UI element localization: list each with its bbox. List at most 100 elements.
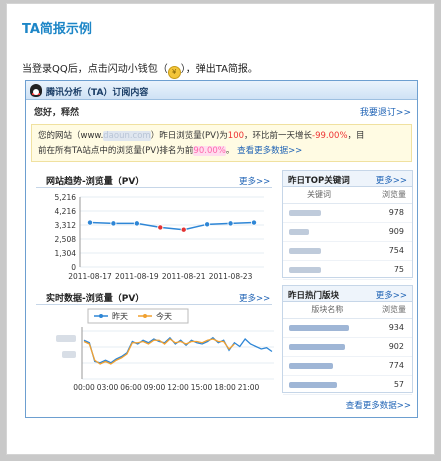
keywords-table: 关键词 浏览量 dacus 978 dr 909 dacus 754 dacus 75 xyxy=(283,187,412,280)
keywords-title: 昨日TOP关键词 xyxy=(288,176,350,186)
realtime-legend: 昨天 今天 xyxy=(87,308,189,324)
realtime-y-tick-hidden xyxy=(56,335,76,342)
blocks-header: 昨日热门版块 更多>> xyxy=(283,286,412,302)
blocks-pv-cell: 902 xyxy=(371,337,412,357)
keywords-name-hidden: dacus xyxy=(289,210,321,216)
footer-more-link[interactable]: 查看更多数据>> xyxy=(346,399,411,411)
blocks-row: Bexuasdfasdf 934 xyxy=(283,318,412,338)
notice-text-4: ，目 xyxy=(347,131,365,141)
realtime-divider xyxy=(36,304,272,305)
blocks-pv-cell: 774 xyxy=(371,356,412,376)
legend-yesterday-marker xyxy=(99,314,103,318)
trend-x-tick: 2011-08-23 xyxy=(209,272,253,281)
blocks-name-cell: Bexuasdfasdf xyxy=(283,318,372,338)
notice-text-1: 您的网站（www. xyxy=(38,131,104,141)
keywords-name-hidden: dacus xyxy=(289,267,321,273)
greeting-text: 您好，释然 xyxy=(34,108,80,118)
blocks-name-cell: Bexuasdfa xyxy=(283,375,372,395)
blocks-table: 版块名称 浏览量 Bexuasdfasdf934Bexuas fasd902Be… xyxy=(283,302,412,395)
keywords-row: dacus 978 xyxy=(283,203,412,223)
realtime-more-link[interactable]: 更多>> xyxy=(239,292,270,304)
doc-title: TA简报示例 xyxy=(22,22,92,37)
ta-report-popup: 腾讯分析（TA）订阅内容 您好，释然 我要退订>> 您的网站（www.daoun… xyxy=(25,80,418,418)
trend-y-tick: 1,304 xyxy=(55,249,77,258)
qq-penguin-icon xyxy=(30,84,42,97)
keywords-col-pv: 浏览量 xyxy=(355,187,412,204)
keywords-pv-cell: 978 xyxy=(355,203,412,223)
trend-x-tick: 2011-08-21 xyxy=(162,272,206,281)
rank-value-hidden: 90.00% xyxy=(193,146,226,156)
realtime-chart: 昨天 今天 00:00 03:00 06:00 09:00 12:00 15:00 18:00 2… xyxy=(56,308,274,392)
realtime-x-tick: 15:00 xyxy=(191,383,213,392)
keywords-pv-cell: 754 xyxy=(355,241,412,261)
keywords-row: dacus 75 xyxy=(283,260,412,280)
trend-point xyxy=(204,221,211,228)
keywords-name-hidden: dacus xyxy=(289,248,321,254)
yesterday-pv-value: 100 xyxy=(227,131,245,141)
legend-today-marker xyxy=(143,314,147,318)
blocks-name-cell: Bexuasdf xyxy=(283,356,372,376)
blocks-col-pv: 浏览量 xyxy=(371,302,412,319)
keywords-name-cell: dacus xyxy=(283,241,356,261)
trend-title: 网站趋势-浏览量（PV） xyxy=(46,177,145,187)
doc-instruction: 当登录QQ后，点击闪动小钱包（ ¥ ），弹出TA简报。 xyxy=(22,60,258,79)
realtime-x-tick: 03:00 xyxy=(97,383,119,392)
notice-text-6: 。 xyxy=(225,146,235,156)
trend-y-tick: 4,216 xyxy=(55,207,77,216)
keywords-pv-cell: 909 xyxy=(355,222,412,242)
realtime-x-tick: 09:00 xyxy=(144,383,166,392)
blocks-row: Bexuasdfa 57 xyxy=(283,375,412,395)
realtime-x-tick: 18:00 xyxy=(214,383,236,392)
blocks-name-hidden: Bexuas fasd xyxy=(289,344,345,350)
trend-divider xyxy=(36,187,272,188)
keywords-row: dacus 754 xyxy=(283,241,412,261)
realtime-x-tick: 12:00 xyxy=(167,383,189,392)
keywords-name-cell: dacus xyxy=(283,260,356,280)
blocks-panel: 昨日热门版块 更多>> 版块名称 浏览量 Bexuasdfasdf934Bexu… xyxy=(282,285,413,395)
wallet-icon: ¥ xyxy=(167,66,181,79)
blocks-pv-cell: 934 xyxy=(371,318,412,338)
unsubscribe-link[interactable]: 我要退订>> xyxy=(360,105,411,118)
summary-notice: 您的网站（www.daoun.com）昨日浏览量(PV)为100，环比前一天增长… xyxy=(31,124,412,162)
trend-point xyxy=(227,220,234,227)
trend-point xyxy=(110,220,117,227)
legend-yesterday-label: 昨天 xyxy=(112,311,128,321)
trend-point xyxy=(180,226,187,233)
instruction-after: ），弹出TA简报。 xyxy=(180,64,258,75)
notice-text-3: ，环比前一天增长 xyxy=(244,131,313,141)
keywords-pv-cell: 75 xyxy=(355,260,412,280)
trend-y-tick: 5,216 xyxy=(55,193,77,202)
blocks-row: Bexuas fasd 902 xyxy=(283,337,412,357)
popup-title: 腾讯分析（TA）订阅内容 xyxy=(46,88,149,98)
keywords-panel: 昨日TOP关键词 更多>> 关键词 浏览量 dacus978dr909dacus… xyxy=(282,170,413,280)
greeting-row: 您好，释然 我要退订>> xyxy=(26,100,417,120)
trend-x-tick: 2011-08-17 xyxy=(68,272,112,281)
doc-frame: TA简报示例 当登录QQ后，点击闪动小钱包（ ¥ ），弹出TA简报。 腾讯分析（TA… xyxy=(6,3,435,455)
keywords-name-hidden: dr xyxy=(289,229,309,235)
trend-point xyxy=(87,219,94,226)
blocks-name-hidden: Bexuasdfa xyxy=(289,382,337,388)
trend-point xyxy=(133,220,140,227)
growth-value: -99.00% xyxy=(312,131,348,141)
trend-y-tick: 0 xyxy=(71,263,76,272)
instruction-before: 当登录QQ后，点击闪动小钱包（ xyxy=(22,64,168,75)
legend-today-label: 今天 xyxy=(156,311,172,321)
keywords-col-key: 关键词 xyxy=(283,187,356,204)
blocks-col-name: 版块名称 xyxy=(283,302,372,319)
keywords-header: 昨日TOP关键词 更多>> xyxy=(283,171,412,187)
keywords-row: dr 909 xyxy=(283,222,412,242)
notice-more-link[interactable]: 查看更多数据>> xyxy=(237,146,302,156)
blocks-name-cell: Bexuas fasd xyxy=(283,337,372,357)
keywords-more-link[interactable]: 更多>> xyxy=(376,174,407,186)
blocks-more-link[interactable]: 更多>> xyxy=(376,289,407,301)
notice-text-5: 前在所有TA站点中的浏览量(PV)排名为前 xyxy=(38,146,194,156)
blocks-name-hidden: Bexuasdf xyxy=(289,363,333,369)
blocks-name-hidden: Bexuasdfasdf xyxy=(289,325,349,331)
realtime-x-tick: 00:00 xyxy=(73,383,95,392)
keywords-name-cell: dacus xyxy=(283,203,356,223)
trend-more-link[interactable]: 更多>> xyxy=(239,175,270,187)
realtime-x-tick: 21:00 xyxy=(238,383,260,392)
keywords-name-cell: dr xyxy=(283,222,356,242)
trend-point xyxy=(157,224,164,231)
realtime-y-tick-hidden xyxy=(62,351,76,358)
